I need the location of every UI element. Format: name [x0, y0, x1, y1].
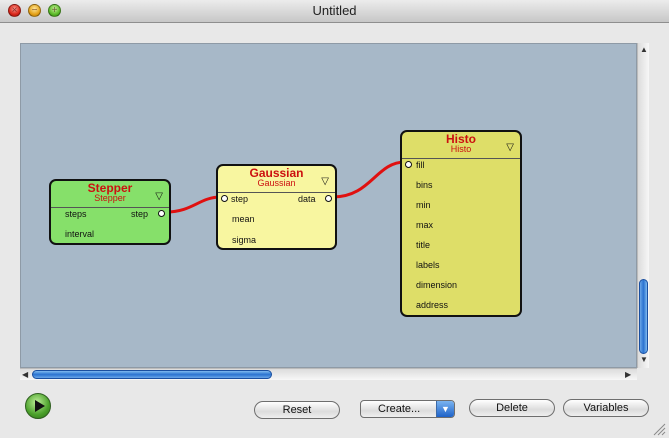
play-icon	[35, 400, 45, 412]
scroll-right-icon[interactable]: ▶	[625, 371, 631, 379]
scroll-left-icon[interactable]: ◀	[22, 371, 28, 379]
input-port-label: step	[231, 194, 249, 204]
triangle-down-icon[interactable]: ▽	[155, 192, 163, 202]
create-dropdown-label: Create...	[378, 403, 421, 415]
input-port-label: title	[416, 240, 431, 250]
triangle-down-icon[interactable]: ▽	[321, 177, 329, 187]
app-window: × − + Untitled Stepper Stepper ▽ steps s…	[0, 0, 669, 438]
wire-gaussian-to-histo[interactable]	[332, 160, 406, 199]
output-port-step[interactable]	[158, 210, 165, 217]
input-port-label: sigma	[232, 235, 257, 245]
title-bar[interactable]: × − + Untitled	[0, 0, 669, 23]
output-port-label: step	[131, 209, 149, 219]
node-type: Stepper	[94, 193, 126, 203]
input-port-label: dimension	[416, 280, 458, 290]
stepper-node[interactable]: Stepper Stepper ▽ steps step interval	[49, 179, 171, 245]
vertical-scroll-thumb[interactable]	[639, 279, 648, 354]
resize-grip-icon[interactable]	[652, 422, 666, 436]
graph-canvas[interactable]: Stepper Stepper ▽ steps step interval Ga…	[20, 43, 637, 368]
node-header[interactable]: Histo Histo ▽	[402, 132, 520, 159]
horizontal-scroll-thumb[interactable]	[32, 370, 272, 379]
horizontal-scrollbar[interactable]: ◀ ▶	[20, 368, 637, 380]
input-port-label: labels	[416, 260, 440, 270]
dropdown-button[interactable]: ▼	[436, 401, 454, 417]
variables-button[interactable]: Variables	[563, 399, 649, 417]
chevron-down-icon: ▼	[441, 404, 450, 414]
input-port-label: steps	[65, 209, 87, 219]
scroll-up-icon[interactable]: ▲	[640, 46, 648, 54]
input-port-label: mean	[232, 214, 255, 224]
delete-button[interactable]: Delete	[469, 399, 555, 417]
input-port-step[interactable]	[221, 195, 228, 202]
run-button[interactable]	[25, 393, 51, 419]
input-port-label: interval	[65, 229, 95, 239]
input-port-label: bins	[416, 180, 433, 190]
node-header[interactable]: Gaussian Gaussian ▽	[218, 166, 335, 193]
input-port-label: max	[416, 220, 434, 230]
node-type: Histo	[450, 144, 472, 154]
wire-stepper-to-gaussian[interactable]	[165, 195, 222, 214]
create-dropdown[interactable]: Create... ▼	[360, 400, 455, 418]
output-port-data[interactable]	[325, 195, 332, 202]
window-title: Untitled	[312, 3, 357, 18]
triangle-down-icon[interactable]: ▽	[506, 143, 514, 153]
histo-node[interactable]: Histo Histo ▽ fill bins min max title la…	[400, 130, 522, 317]
scroll-down-icon[interactable]: ▼	[640, 356, 648, 364]
vertical-scrollbar[interactable]: ▲ ▼	[637, 43, 649, 368]
output-port-label: data	[298, 194, 316, 204]
input-port-label: min	[416, 200, 431, 210]
node-header[interactable]: Stepper Stepper ▽	[51, 181, 169, 208]
input-port-label: fill	[416, 160, 425, 170]
node-type: Gaussian	[257, 178, 296, 188]
reset-button[interactable]: Reset	[254, 401, 340, 419]
gaussian-node[interactable]: Gaussian Gaussian ▽ step data mean sigma	[216, 164, 337, 250]
input-port-fill[interactable]	[405, 161, 412, 168]
input-port-label: address	[416, 300, 449, 310]
